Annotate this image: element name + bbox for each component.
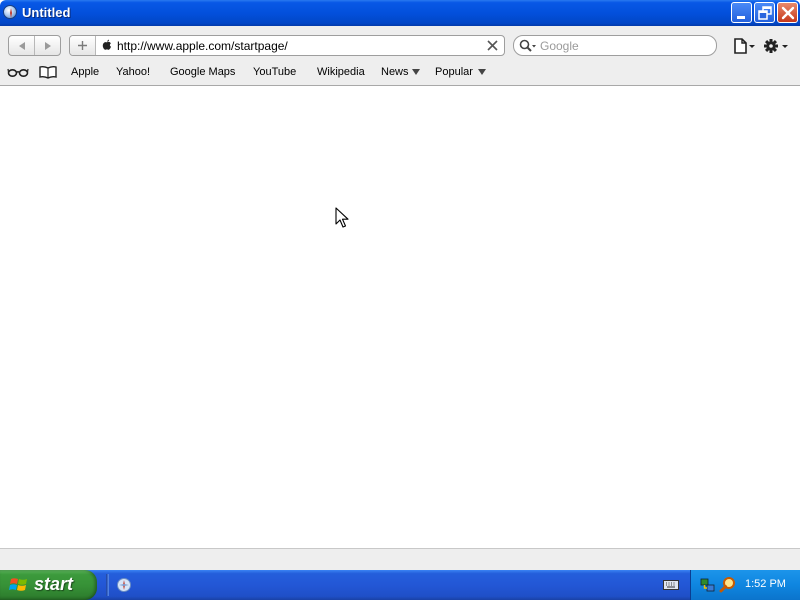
bookmark-google-maps[interactable]: Google Maps — [170, 66, 235, 78]
system-tray: 1:52 PM — [690, 570, 800, 600]
start-button[interactable]: start — [0, 570, 97, 600]
book-icon — [39, 65, 57, 79]
back-arrow-icon — [18, 41, 25, 50]
start-label: start — [34, 574, 74, 594]
bookmark-youtube[interactable]: YouTube — [253, 66, 296, 78]
clear-url-button[interactable] — [486, 39, 499, 52]
url-input[interactable] — [117, 38, 477, 53]
bookmark-yahoo[interactable]: Yahoo! — [116, 66, 150, 78]
status-bar — [0, 548, 800, 570]
bookmark-folder-popular[interactable]: Popular — [435, 66, 473, 78]
bookmark-folder-news[interactable]: News — [381, 66, 409, 78]
search-input[interactable] — [540, 38, 710, 53]
search-tray-icon[interactable] — [719, 576, 737, 597]
bookmarks-bar: Apple Yahoo! Google Maps YouTube Wikiped… — [0, 62, 800, 86]
search-icon[interactable] — [519, 39, 537, 56]
add-bookmark-button[interactable] — [70, 36, 96, 55]
mouse-cursor-icon — [335, 207, 349, 232]
search-field — [513, 35, 717, 56]
web-content-area[interactable] — [0, 86, 800, 548]
network-icon[interactable] — [700, 577, 716, 596]
gear-icon — [764, 39, 788, 53]
browser-toolbar — [0, 26, 800, 62]
safari-app-icon[interactable] — [3, 5, 17, 19]
bookmark-wikipedia[interactable]: Wikipedia — [317, 66, 365, 78]
window-title: Untitled — [22, 5, 71, 20]
restore-icon — [758, 6, 772, 20]
back-button[interactable] — [9, 36, 35, 55]
minimize-icon — [737, 16, 745, 19]
reading-list-button[interactable] — [7, 65, 29, 82]
settings-menu-button[interactable] — [763, 37, 791, 55]
reading-glasses-icon — [7, 68, 29, 78]
restore-button[interactable] — [754, 2, 775, 23]
page-menu-button[interactable] — [732, 37, 758, 55]
close-icon — [781, 6, 795, 20]
close-button[interactable] — [777, 2, 798, 23]
forward-arrow-icon — [45, 41, 51, 50]
show-bookmarks-button[interactable] — [39, 65, 57, 82]
navigation-buttons — [8, 35, 61, 56]
address-bar — [69, 35, 505, 56]
page-menu-icon — [734, 38, 755, 54]
news-dropdown-arrow-icon — [412, 69, 420, 75]
windows-logo-icon — [9, 576, 29, 597]
title-bar[interactable]: Untitled — [0, 0, 800, 26]
system-clock: 1:52 PM — [745, 578, 786, 590]
safari-task-icon — [117, 578, 131, 592]
bookmark-apple[interactable]: Apple — [71, 66, 99, 78]
taskbar-separator — [106, 574, 109, 596]
popular-dropdown-arrow-icon — [478, 69, 486, 75]
forward-button[interactable] — [35, 36, 61, 55]
add-bookmark-icon — [78, 41, 87, 50]
windows-taskbar: start 1:52 PM — [0, 570, 800, 600]
safari-task-button[interactable] — [116, 577, 132, 593]
apple-logo-icon — [102, 39, 112, 54]
clear-url-icon — [487, 40, 498, 51]
keyboard-icon[interactable] — [663, 579, 679, 594]
minimize-button[interactable] — [731, 2, 752, 23]
